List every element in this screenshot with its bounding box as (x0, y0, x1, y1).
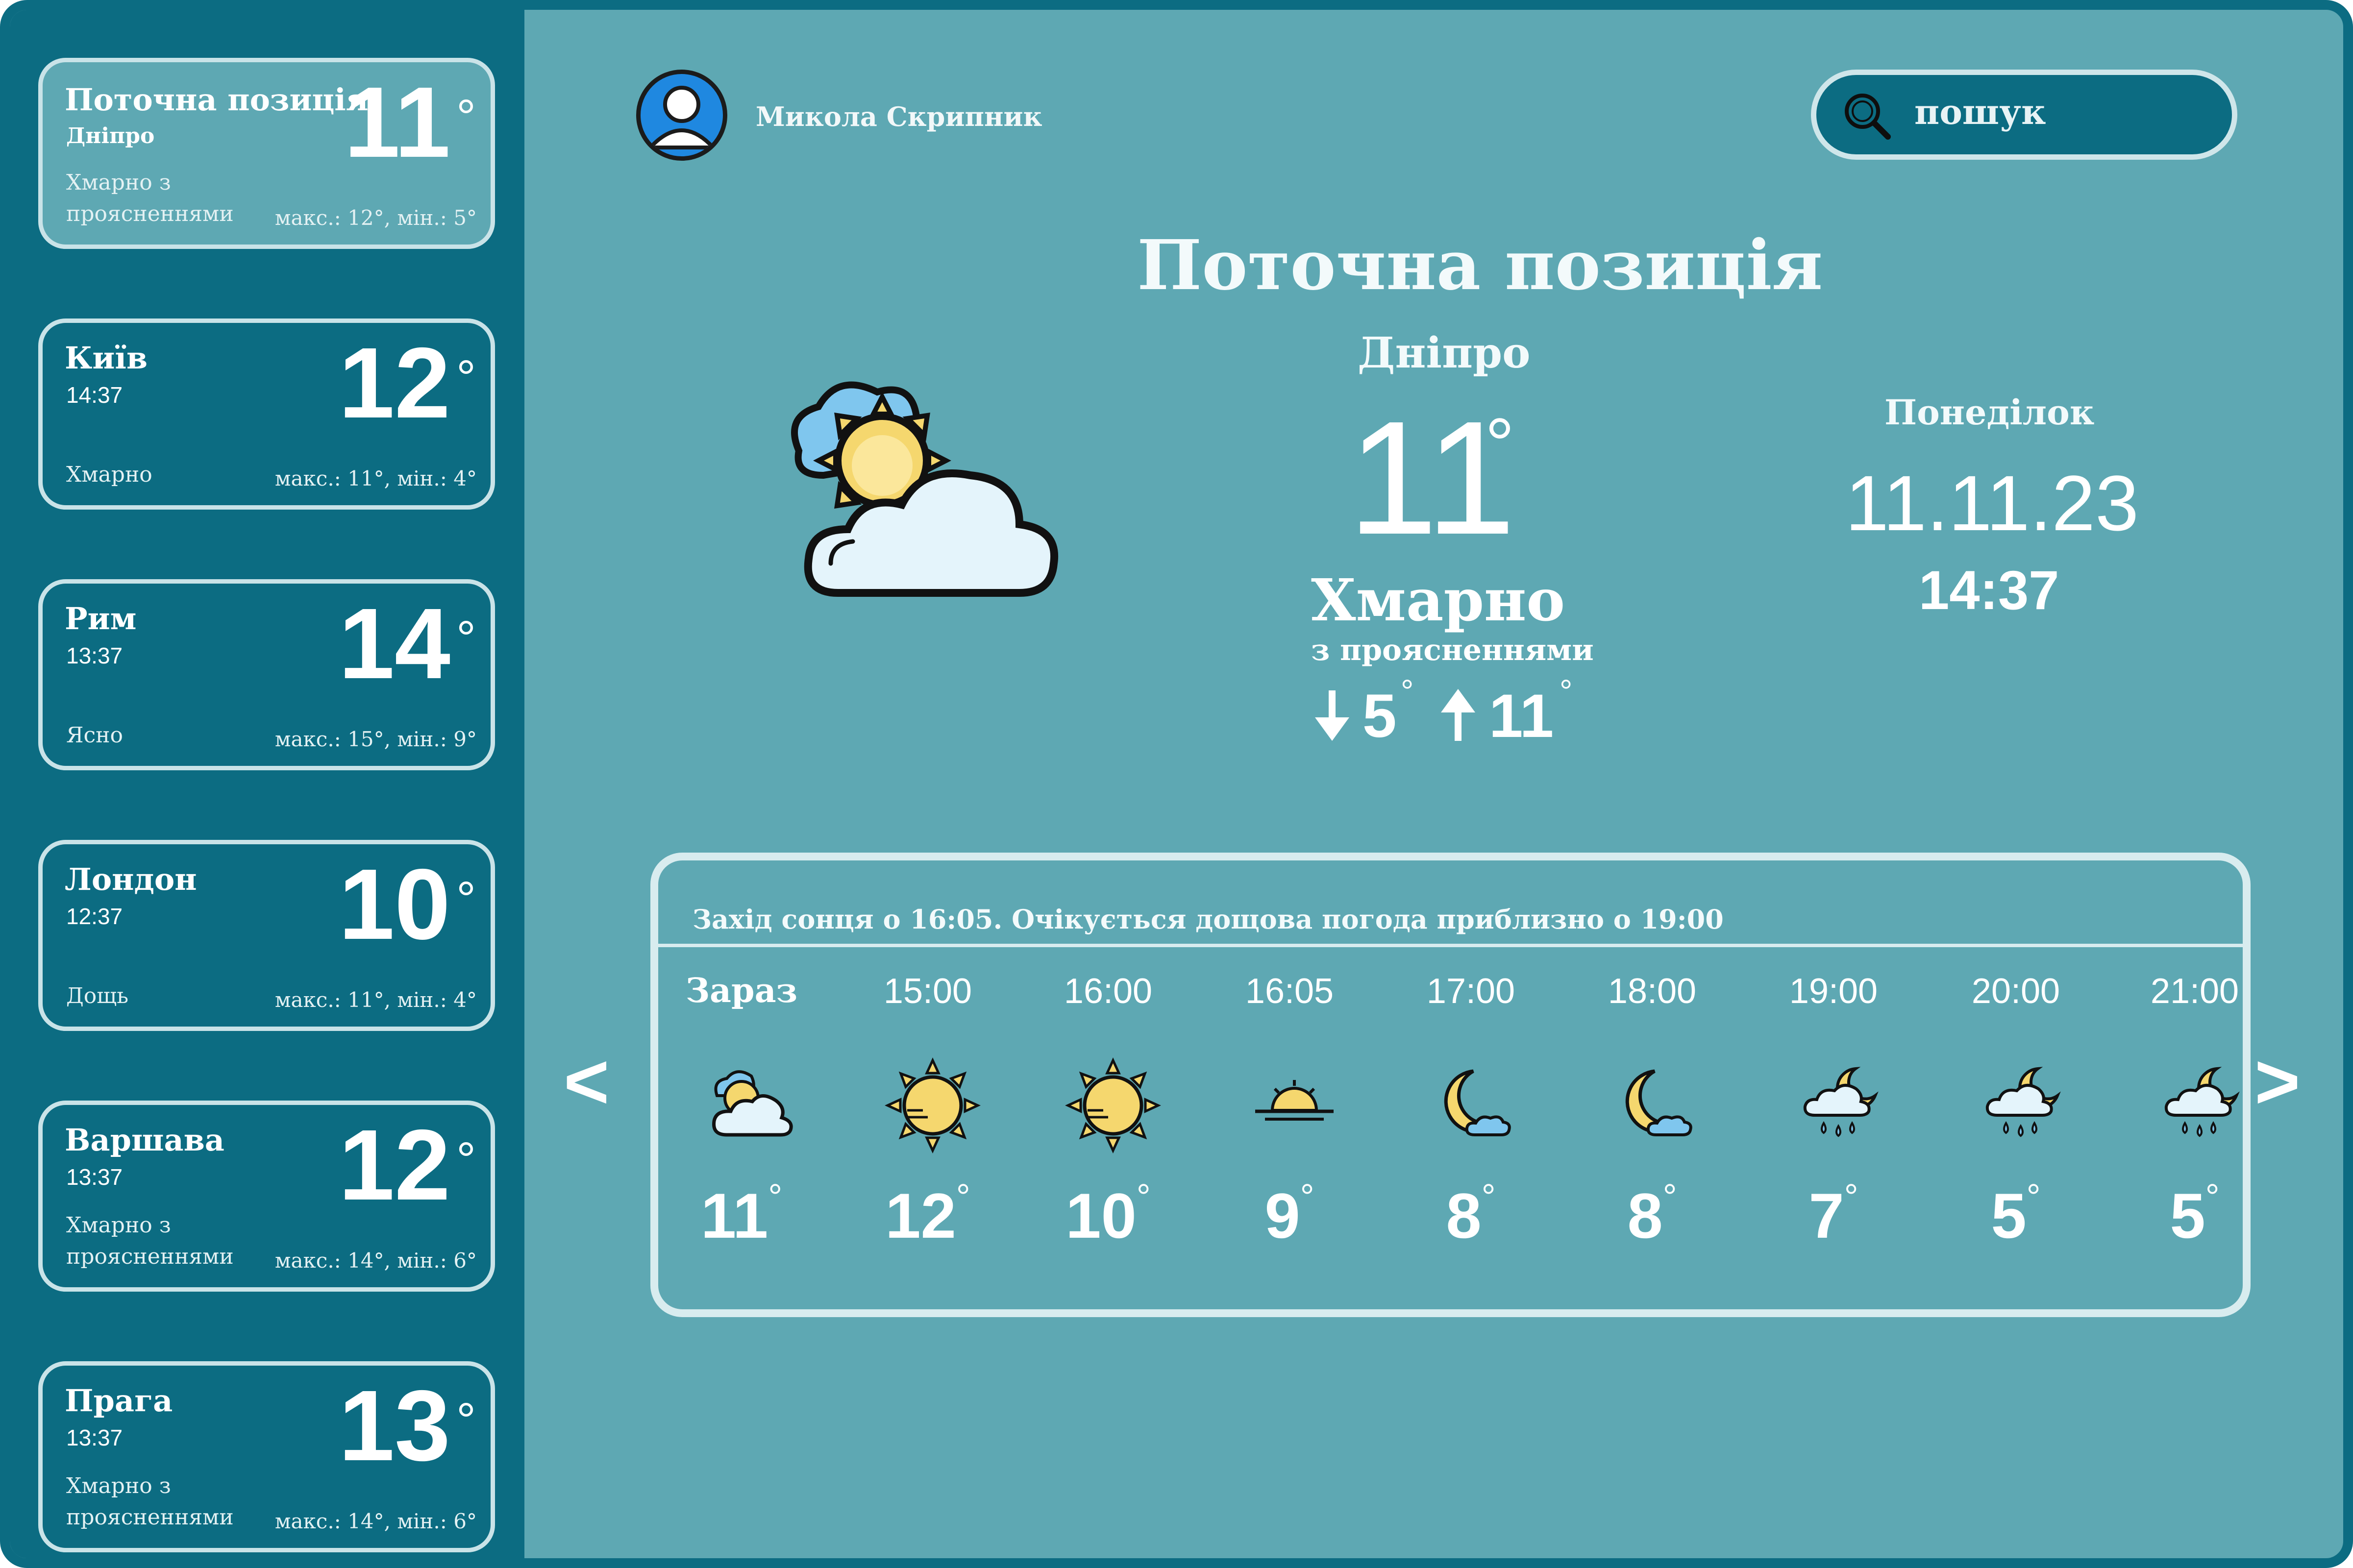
hour-label: 21:00 (2150, 972, 2239, 1011)
sidebar-divider (524, 10, 533, 1558)
hour-temp: 5° (1991, 1177, 2041, 1251)
hour-item[interactable]: 18:00 8° (1579, 958, 1726, 1301)
current-city: Дніпро (1358, 328, 1531, 378)
degree-symbol: ° (1485, 403, 1514, 485)
city-card-london[interactable]: Лондон 12:37 10 ° Дощь макс.: 11°, мін.: … (38, 840, 495, 1031)
city-name: Варшава (65, 1122, 224, 1158)
moon-rain-icon (1803, 1067, 1879, 1137)
city-name: Прага (65, 1383, 173, 1419)
current-condition-detail: з проясненнями (1311, 633, 1594, 667)
hour-item[interactable]: 15:00 12° (854, 958, 1001, 1301)
hour-item[interactable]: 20:00 5° (1942, 958, 2089, 1301)
search-input[interactable]: пошук (1811, 70, 2237, 160)
city-range: макс.: 14°, мін.: 6° (274, 1249, 477, 1273)
city-name: Рим (65, 601, 137, 637)
hourly-note: Захід сонця о 16:05. Очікується дощова п… (693, 904, 1724, 935)
current-time: 14:37 (1919, 560, 2059, 621)
city-temp: 12 ° (338, 327, 476, 439)
search-icon (1845, 94, 1891, 140)
arrow-down-icon (1315, 690, 1349, 741)
city-condition: Ясно (66, 723, 123, 748)
moon-rain-icon (1985, 1067, 2061, 1137)
hour-temp: 8° (1627, 1177, 1677, 1251)
hour-temp: 10° (1065, 1177, 1151, 1251)
city-subtitle: Дніпро (66, 123, 155, 148)
current-condition: Хмарно (1311, 566, 1565, 634)
weather-app: Поточна позиція Дніпро 11 ° Хмарно з проя… (0, 0, 2353, 1568)
hour-label: 20:00 (1971, 972, 2060, 1011)
current-date: 11.11.23 (1845, 459, 2139, 547)
city-temp: 14 ° (338, 588, 476, 700)
hour-temp: 7° (1808, 1177, 1858, 1251)
city-condition: Хмарно з проясненнями (66, 1473, 234, 1530)
city-time: 14:37 (66, 382, 123, 408)
city-sidebar: Поточна позиція Дніпро 11 ° Хмарно з проя… (10, 10, 524, 1558)
hour-item[interactable]: 16:05 9° (1216, 958, 1363, 1301)
hour-item[interactable]: 19:00 7° (1760, 958, 1907, 1301)
city-card-warsaw[interactable]: Варшава 13:37 12 ° Хмарно з проясненнями … (38, 1101, 495, 1292)
hour-label: 17:00 (1426, 972, 1515, 1011)
sun-behind-cloud-icon (791, 381, 1059, 597)
hour-item[interactable]: Зараз 11° (668, 958, 815, 1301)
moon-rain-icon (2164, 1067, 2240, 1137)
day-of-week: Понеділок (1884, 392, 2095, 433)
prev-arrow-button[interactable]: < (564, 1036, 609, 1127)
moon-cloud-icon (1625, 1069, 1692, 1136)
city-time: 13:37 (66, 1164, 123, 1190)
city-range: макс.: 14°, мін.: 6° (274, 1509, 477, 1533)
city-condition: Хмарно (66, 462, 152, 487)
divider (658, 944, 2243, 947)
city-range: макс.: 11°, мін.: 4° (274, 466, 477, 490)
city-condition: Хмарно з проясненнями (66, 170, 234, 226)
city-range: макс.: 11°, мін.: 4° (274, 988, 477, 1012)
hour-temp: 11° (700, 1177, 783, 1251)
sun-icon (1065, 1057, 1161, 1153)
min-temp: 5 (1362, 682, 1397, 750)
city-temp: 10 ° (338, 848, 476, 960)
hour-item[interactable]: 16:00 10° (1035, 958, 1182, 1301)
hour-label: 16:05 (1245, 972, 1334, 1011)
city-card-current[interactable]: Поточна позиція Дніпро 11 ° Хмарно з проя… (38, 58, 495, 249)
city-temp: 13 ° (338, 1370, 476, 1482)
user-name: Микола Скрипник (756, 101, 1042, 132)
hour-label: 15:00 (883, 972, 972, 1011)
hour-label: Зараз (685, 971, 798, 1010)
city-card-kyiv[interactable]: Київ 14:37 12 ° Хмарно макс.: 11°, мін.: … (38, 318, 495, 510)
hour-label: 18:00 (1608, 972, 1697, 1011)
city-condition: Дощь (66, 983, 129, 1008)
city-time: 12:37 (66, 904, 123, 929)
hour-temp: 12° (885, 1177, 970, 1251)
min-max-temperature: 5 ° 11 ° (1309, 673, 1583, 750)
user-avatar-icon[interactable] (636, 70, 727, 161)
city-time: 13:37 (66, 1425, 123, 1450)
city-card-prague[interactable]: Прага 13:37 13 ° Хмарно з проясненнями ма… (38, 1361, 495, 1552)
hour-label: 19:00 (1789, 972, 1878, 1011)
city-card-rome[interactable]: Рим 13:37 14 ° Ясно макс.: 15°, мін.: 9° (38, 579, 495, 770)
sun-behind-cloud-icon (712, 1070, 793, 1137)
city-range: макс.: 12°, мін.: 5° (274, 206, 477, 230)
city-name: Лондон (65, 861, 197, 897)
search-placeholder: пошук (1914, 92, 2046, 132)
max-temp: 11 (1489, 682, 1554, 750)
hourly-forecast-panel: Захід сонця о 16:05. Очікується дощова п… (650, 853, 2251, 1317)
city-temp: 12 ° (338, 1109, 476, 1221)
city-condition: Хмарно з проясненнями (66, 1213, 234, 1269)
hour-item[interactable]: 21:00 5° (2121, 958, 2268, 1301)
city-time: 13:37 (66, 643, 123, 668)
sunset-icon (1255, 1080, 1334, 1121)
hour-temp: 8° (1446, 1177, 1496, 1251)
city-range: макс.: 15°, мін.: 9° (274, 727, 477, 751)
city-name: Поточна позиція (65, 82, 369, 118)
page-title: Поточна позиція (1137, 225, 1823, 306)
moon-cloud-icon (1444, 1069, 1511, 1136)
city-name: Київ (65, 340, 148, 376)
arrow-up-icon (1441, 689, 1475, 741)
hour-item[interactable]: 17:00 8° (1397, 958, 1544, 1301)
hour-temp: 9° (1264, 1177, 1314, 1251)
hour-label: 16:00 (1064, 972, 1153, 1011)
hour-temp: 5° (2170, 1177, 2220, 1251)
city-temp: 11 ° (344, 66, 476, 178)
sun-icon (885, 1057, 981, 1153)
